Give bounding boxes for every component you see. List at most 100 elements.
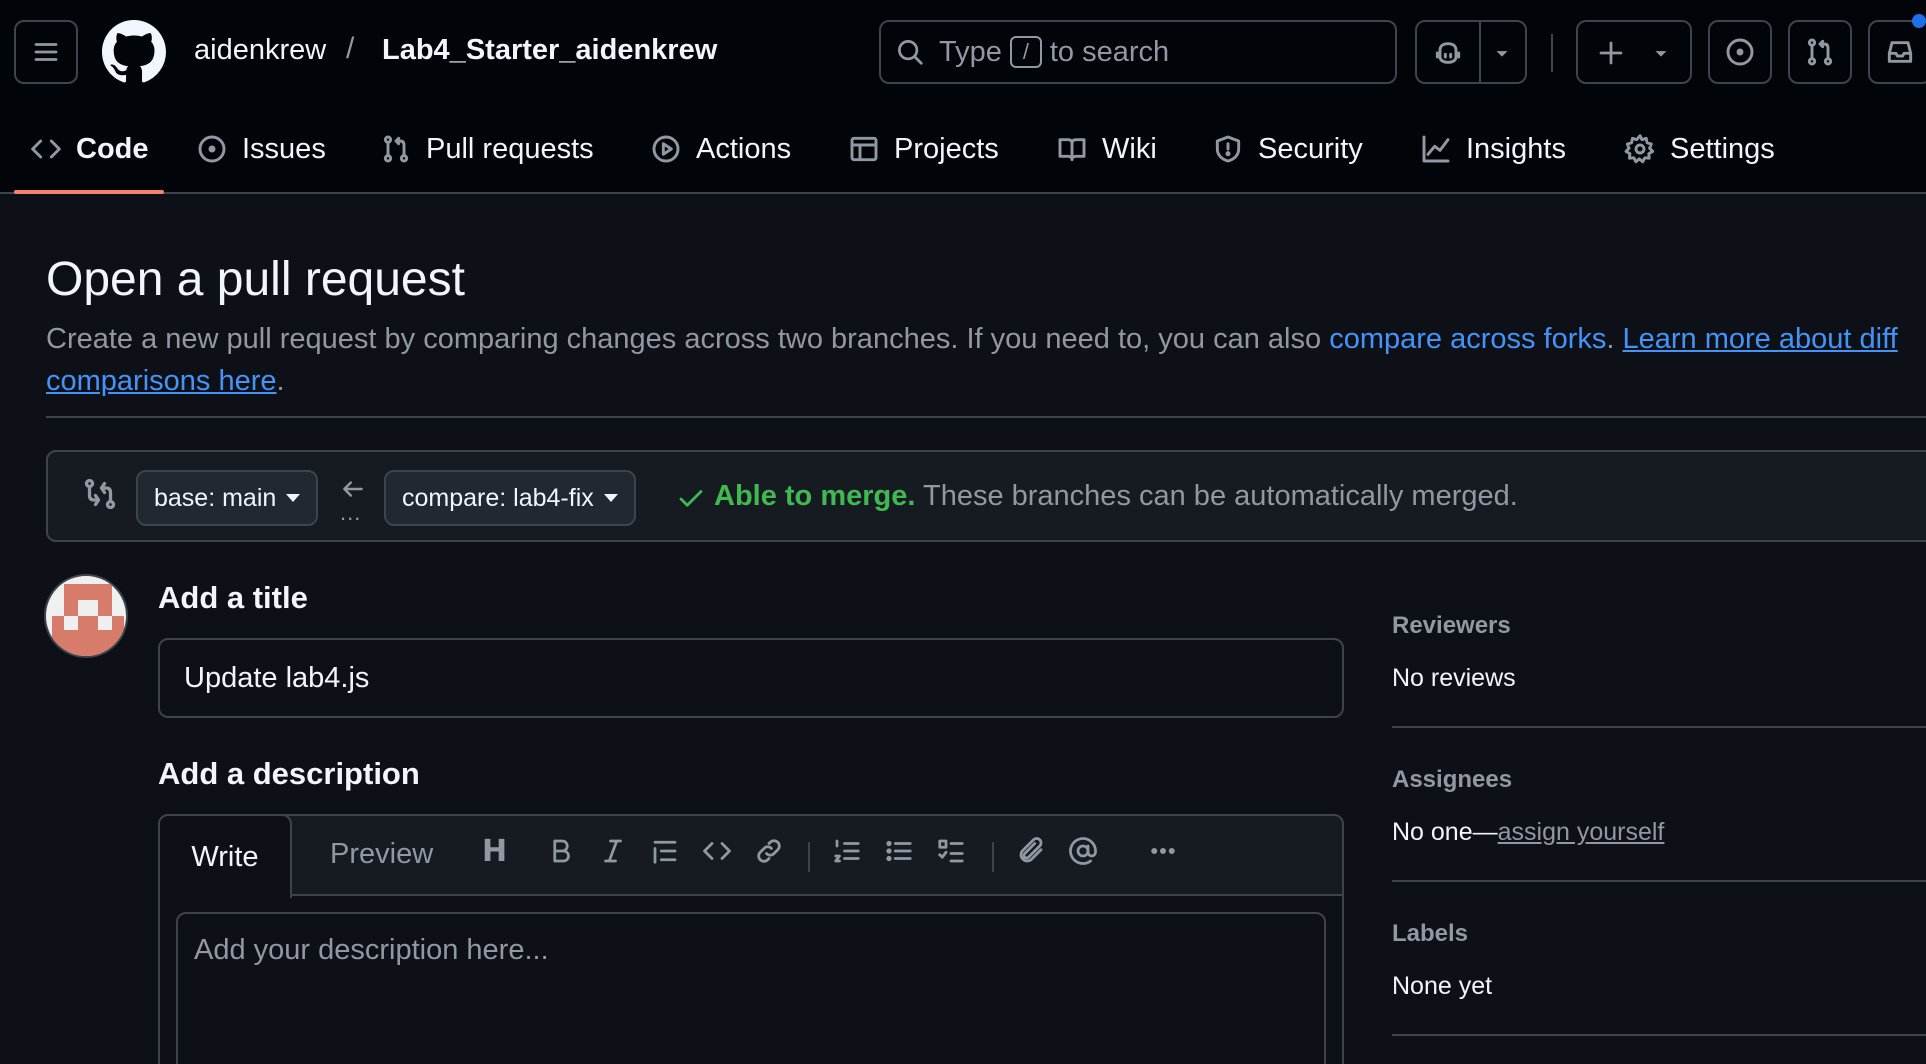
tab-projects[interactable]: Projects (848, 106, 999, 192)
sidebar-divider (1392, 726, 1926, 728)
create-new-button[interactable] (1576, 20, 1692, 84)
link-icon[interactable] (754, 836, 784, 866)
hamburger-icon (31, 37, 61, 67)
more-options-icon[interactable] (1148, 836, 1178, 866)
description-text: Create a new pull request by comparing c… (46, 323, 1330, 355)
labels-heading[interactable]: Labels (1392, 920, 1468, 948)
chevron-down-icon[interactable] (1491, 42, 1513, 64)
arrow-left-icon (340, 476, 366, 502)
compare-dots: ... (340, 500, 362, 525)
sidebar-divider (1392, 880, 1926, 882)
chevron-down-icon (1650, 42, 1672, 64)
branch-compare-bar: base: main ... compare: lab4-fix Able to… (46, 450, 1926, 542)
tab-code[interactable]: Code (30, 106, 149, 192)
merge-status-desc: These branches can be automatically merg… (922, 480, 1518, 512)
caret-down-icon (286, 494, 301, 502)
tab-settings[interactable]: Settings (1624, 106, 1775, 192)
tab-write[interactable]: Write (160, 816, 292, 898)
tab-security[interactable]: Security (1212, 106, 1363, 192)
code-icon[interactable] (702, 836, 732, 866)
labels-value: None yet (1392, 972, 1493, 1000)
your-issues-button[interactable] (1708, 20, 1772, 84)
bulleted-list-icon[interactable] (884, 836, 914, 866)
paperclip-icon[interactable] (1016, 836, 1046, 866)
tab-wiki[interactable]: Wiki (1056, 106, 1157, 192)
tab-label: Insights (1466, 132, 1566, 165)
repo-navigation: Code Issues Pull requests Actions Projec… (0, 106, 1926, 194)
tab-label: Issues (242, 132, 326, 165)
search-prefix: Type (939, 35, 1002, 68)
divider (46, 416, 1926, 418)
quote-icon[interactable] (650, 836, 680, 866)
title-input[interactable] (158, 638, 1344, 718)
issue-opened-icon (196, 133, 228, 165)
tab-label: Actions (696, 132, 792, 165)
search-shortcut-key: / (1009, 36, 1042, 68)
tab-insights[interactable]: Insights (1420, 106, 1566, 192)
tab-label: Projects (894, 132, 999, 165)
compare-branch-select[interactable]: compare: lab4-fix (384, 470, 636, 526)
play-icon (650, 133, 682, 165)
compare-branch-label: compare: lab4-fix (402, 483, 594, 512)
menu-button[interactable] (14, 20, 78, 84)
reviewers-heading[interactable]: Reviewers (1392, 612, 1511, 640)
merge-status-ok: Able to merge. (714, 480, 916, 512)
toolbar-divider (992, 842, 994, 872)
header-divider (1551, 34, 1553, 72)
description-textarea[interactable] (176, 912, 1326, 1064)
toolbar-divider (808, 842, 810, 872)
assign-yourself-link[interactable]: assign yourself (1498, 818, 1665, 846)
tab-actions[interactable]: Actions (650, 106, 791, 192)
table-icon (848, 133, 880, 165)
your-pull-requests-button[interactable] (1788, 20, 1852, 84)
page-title: Open a pull request (46, 253, 465, 306)
tab-pull-requests[interactable]: Pull requests (380, 106, 594, 192)
assignees-prefix: No one— (1392, 818, 1498, 846)
book-icon (1056, 133, 1088, 165)
notification-indicator (1912, 14, 1926, 28)
search-suffix: to search (1049, 35, 1170, 68)
copilot-icon (1432, 37, 1464, 69)
bold-icon[interactable] (546, 836, 576, 866)
breadcrumb-separator: / (346, 32, 355, 65)
check-icon (676, 484, 706, 514)
tab-label: Code (76, 132, 149, 165)
tab-preview[interactable]: Preview (330, 838, 433, 871)
breadcrumb-owner[interactable]: aidenkrew (194, 34, 326, 67)
git-pull-request-icon (1804, 36, 1836, 68)
button-divider (1479, 22, 1481, 82)
title-heading: Add a title (158, 580, 308, 615)
inbox-icon (1884, 36, 1916, 68)
tab-label: Pull requests (426, 132, 594, 165)
avatar (44, 574, 128, 658)
assignees-heading[interactable]: Assignees (1392, 766, 1512, 794)
sidebar-divider (1392, 1034, 1926, 1036)
gear-icon (1624, 133, 1656, 165)
tab-issues[interactable]: Issues (196, 106, 326, 192)
git-compare-icon (82, 476, 118, 512)
compare-forks-link[interactable]: compare across forks (1329, 323, 1606, 355)
heading-tool[interactable]: H (482, 834, 507, 869)
search-input[interactable]: Type / to search (879, 20, 1397, 84)
task-list-icon[interactable] (936, 836, 966, 866)
page-description: Create a new pull request by comparing c… (46, 318, 1926, 402)
editor-toolbar: Write Preview H (160, 816, 1342, 898)
description-separator: . (1606, 323, 1623, 355)
mention-icon[interactable] (1068, 836, 1098, 866)
tab-label: Wiki (1102, 132, 1157, 165)
search-icon (895, 37, 925, 67)
github-logo-icon[interactable] (102, 20, 166, 84)
tab-label: Security (1258, 132, 1363, 165)
inbox-button[interactable] (1868, 20, 1926, 84)
issue-opened-icon (1724, 36, 1756, 68)
description-editor: Write Preview H (158, 814, 1344, 1064)
description-end: . (276, 365, 285, 397)
numbered-list-icon[interactable] (832, 836, 862, 866)
breadcrumb-repo[interactable]: Lab4_Starter_aidenkrew (382, 34, 717, 67)
italic-icon[interactable] (598, 836, 628, 866)
shield-icon (1212, 133, 1244, 165)
copilot-button[interactable] (1415, 20, 1527, 84)
merge-status: Able to merge. These branches can be aut… (714, 480, 1518, 513)
tab-label: Settings (1670, 132, 1775, 165)
base-branch-select[interactable]: base: main (136, 470, 319, 526)
